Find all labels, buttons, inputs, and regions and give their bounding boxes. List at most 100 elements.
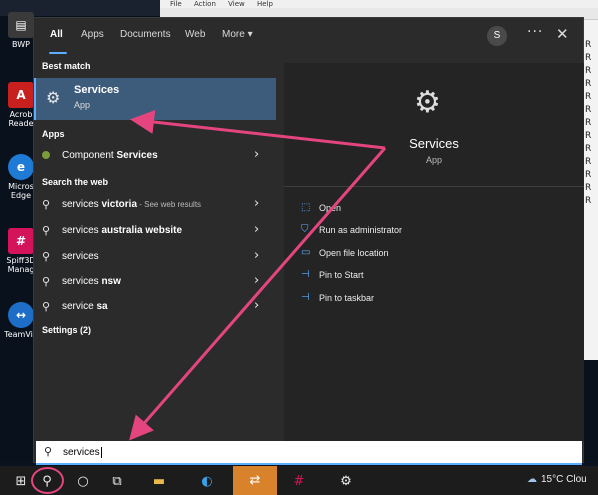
teamviewer-icon[interactable]: ⇄ <box>233 466 277 495</box>
search-query: services <box>63 447 102 459</box>
spiff3d-icon[interactable]: # <box>288 470 310 492</box>
search-icon: ⚲ <box>42 275 51 288</box>
web-result-label: services australia website <box>62 225 183 236</box>
action-pin-to-taskbar[interactable]: ⊣ Pin to taskbar <box>301 291 571 309</box>
active-tab-indicator <box>49 52 67 54</box>
settings-header[interactable]: Settings (2) <box>42 325 91 335</box>
search-highlight-circle <box>31 467 64 494</box>
chevron-right-icon[interactable]: › <box>254 273 259 288</box>
folder-icon: ▭ <box>301 247 311 258</box>
taskbar: ⊞ ⚲ ○ ⧉ ▬ ◐ ⇄ # ⚙ ☁ 15°C Clou <box>0 466 598 495</box>
preview-title: Services <box>409 136 459 151</box>
preview-pane: ⚙ Services App ⬚ Open ⛉ Run as administr… <box>284 63 584 441</box>
tab-more-label: More <box>222 29 245 40</box>
pin-icon: ⊣ <box>301 292 310 303</box>
apps-header: Apps <box>42 129 65 139</box>
edge-icon[interactable]: ◐ <box>196 470 218 492</box>
web-result-item[interactable]: ⚲ service sa › <box>34 295 276 319</box>
more-options-icon[interactable]: ··· <box>527 24 543 40</box>
list-item: R <box>585 144 592 154</box>
tab-apps[interactable]: Apps <box>81 29 104 40</box>
menu-action[interactable]: Action <box>194 0 216 8</box>
action-open-file-location[interactable]: ▭ Open file location <box>301 246 571 264</box>
avatar[interactable]: S <box>487 26 507 46</box>
cloud-icon: ☁ <box>527 474 537 485</box>
app-result-label: Component Services <box>62 150 158 161</box>
pin-icon: ⊣ <box>301 269 310 280</box>
tab-documents[interactable]: Documents <box>120 29 171 40</box>
cortana-icon[interactable]: ○ <box>72 470 94 492</box>
list-item: R <box>585 53 592 63</box>
best-match-header: Best match <box>42 61 91 71</box>
search-tabs-bar: All Apps Documents Web More ▾ S ··· ✕ <box>34 18 583 58</box>
desktop-icon-label: Spiff3D Manag <box>6 256 36 274</box>
chevron-right-icon[interactable]: › <box>254 147 259 162</box>
windows-start-icon[interactable]: ⊞ <box>10 470 32 492</box>
services-gear-icon: ⚙ <box>46 88 61 107</box>
weather-widget[interactable]: ☁ 15°C Clou <box>527 474 587 485</box>
action-label: Open <box>319 203 342 213</box>
search-icon: ⚲ <box>42 300 51 313</box>
task-view-icon[interactable]: ⧉ <box>106 470 128 492</box>
edge-icon: e <box>8 154 34 180</box>
background-list-column: R R R R R R R R R R R R R <box>585 40 598 209</box>
chevron-right-icon[interactable]: › <box>254 196 259 211</box>
list-item: R <box>585 183 592 193</box>
services-gear-icon[interactable]: ⚙ <box>335 470 357 492</box>
web-result-label: services victoria - See web results <box>62 199 202 210</box>
menu-help[interactable]: Help <box>257 0 273 8</box>
preview-divider <box>284 186 584 187</box>
file-explorer-icon[interactable]: ▬ <box>148 470 170 492</box>
chevron-right-icon[interactable]: › <box>254 248 259 263</box>
search-icon: ⚲ <box>42 224 51 237</box>
action-label: Pin to Start <box>319 270 364 280</box>
list-item: R <box>585 196 592 206</box>
teamviewer-icon: ↔ <box>8 302 34 328</box>
web-result-item[interactable]: ⚲ services australia website › <box>34 219 276 243</box>
best-match-subtitle: App <box>74 100 91 110</box>
chevron-right-icon[interactable]: › <box>254 222 259 237</box>
spiff3d-icon: # <box>8 228 34 254</box>
tab-web[interactable]: Web <box>185 29 205 40</box>
action-run-as-admin[interactable]: ⛉ Run as administrator <box>301 223 571 241</box>
search-web-header: Search the web <box>42 177 109 187</box>
best-match-title: Services <box>74 84 120 96</box>
app-result-item[interactable]: Component Services › <box>34 144 276 168</box>
list-item: R <box>585 170 592 180</box>
tab-all[interactable]: All <box>50 29 63 40</box>
web-result-item[interactable]: ⚲ services victoria - See web results › <box>34 193 276 217</box>
search-icon: ⚲ <box>44 445 53 458</box>
weather-temp: 15°C <box>541 474 564 485</box>
web-result-label: services <box>62 251 99 262</box>
shield-icon: ⛉ <box>301 224 309 235</box>
chevron-right-icon[interactable]: › <box>254 298 259 313</box>
acrobat-icon: A <box>8 82 34 108</box>
list-item: R <box>585 40 592 50</box>
search-input[interactable]: ⚲ services <box>36 441 582 465</box>
list-item: R <box>585 157 592 167</box>
action-open[interactable]: ⬚ Open <box>301 201 571 219</box>
close-icon[interactable]: ✕ <box>556 25 569 43</box>
menu-view[interactable]: View <box>228 0 245 8</box>
menu-file[interactable]: File <box>170 0 182 8</box>
services-gear-icon: ⚙ <box>414 85 441 120</box>
results-pane: Best match ⚙ Services App Apps Component… <box>34 58 276 442</box>
web-result-label: service sa <box>62 301 108 312</box>
list-item: R <box>585 66 592 76</box>
web-result-item[interactable]: ⚲ services › <box>34 245 276 269</box>
preview-subtitle: App <box>425 155 442 165</box>
tab-more[interactable]: More ▾ <box>222 29 253 40</box>
chevron-down-icon: ▾ <box>247 29 253 40</box>
action-pin-to-start[interactable]: ⊣ Pin to Start <box>301 268 571 286</box>
web-result-item[interactable]: ⚲ services nsw › <box>34 270 276 294</box>
desktop-icon-label: BWP <box>12 40 30 49</box>
action-label: Pin to taskbar <box>319 293 375 303</box>
list-item: R <box>585 118 592 128</box>
best-match-item[interactable]: ⚙ Services App <box>34 78 276 120</box>
document-icon: ▤ <box>8 12 34 38</box>
desktop-icon-label: Micros Edge <box>8 182 34 200</box>
action-label: Run as administrator <box>319 225 403 235</box>
web-result-label: services nsw <box>62 276 121 287</box>
desktop-icon-label: Acrob Reade <box>8 110 34 128</box>
list-item: R <box>585 131 592 141</box>
